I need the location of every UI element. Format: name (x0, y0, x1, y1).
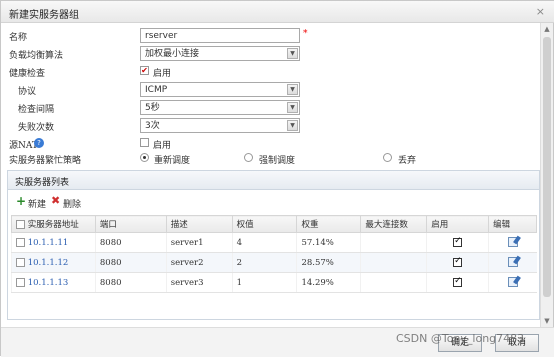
server-list-panel: 实服务器列表 + 新建 ✖ 删除 实服务器地址 端口 描述 权值 权重 最大连接… (7, 170, 540, 320)
lb-algorithm-label: 负载均衡算法 (9, 51, 64, 61)
chevron-down-icon: ▼ (287, 84, 298, 95)
cell-weight-value: 2 (231, 252, 297, 273)
interval-select[interactable]: 5秒 ▼ (140, 100, 300, 115)
server-table: 实服务器地址 端口 描述 权值 权重 最大连接数 启用 编辑 10.1.1.11… (11, 215, 537, 293)
col-port[interactable]: 端口 (94, 215, 167, 233)
cell-max-conn (360, 232, 427, 253)
col-max-conn[interactable]: 最大连接数 (360, 215, 428, 233)
required-mark: * (303, 29, 308, 39)
interval-value: 5秒 (145, 103, 160, 113)
cell-max-conn (360, 272, 427, 293)
scroll-down-icon[interactable]: ▼ (541, 315, 553, 327)
panel-header: 实服务器列表 (8, 171, 539, 190)
cell-port: 8080 (94, 232, 167, 253)
table-row[interactable]: 10.1.1.12 8080 server2 2 28.57% (11, 252, 537, 273)
cell-port: 8080 (94, 252, 167, 273)
row-checkbox[interactable] (16, 237, 25, 247)
busy-policy-label: 实服务器繁忙策略 (9, 156, 82, 166)
table-row[interactable]: 10.1.1.11 8080 server1 4 57.14% (11, 232, 537, 253)
row-checkbox[interactable] (16, 277, 25, 287)
table-row[interactable]: 10.1.1.13 8080 server3 1 14.29% (11, 272, 537, 293)
radio-drop-label: 丢弃 (398, 156, 417, 166)
add-button[interactable]: 新建 (28, 197, 46, 210)
col-weight-value[interactable]: 权值 (231, 215, 298, 233)
radio-force[interactable] (244, 153, 253, 162)
col-edit[interactable]: 编辑 (488, 215, 537, 233)
enabled-checkbox[interactable] (453, 276, 463, 287)
row-checkbox[interactable] (16, 257, 25, 267)
chevron-down-icon: ▼ (287, 48, 298, 59)
col-enabled[interactable]: 启用 (426, 215, 490, 233)
add-icon[interactable]: + (16, 195, 26, 207)
panel-title: 实服务器列表 (15, 178, 70, 188)
health-check-enable-label: 启用 (153, 69, 172, 79)
help-icon[interactable]: ? (34, 138, 44, 148)
cell-weight-pct: 14.29% (296, 272, 361, 293)
edit-icon[interactable] (507, 237, 518, 248)
server-address-link[interactable]: 10.1.1.13 (28, 278, 69, 288)
health-check-checkbox[interactable]: ✔ (140, 66, 149, 75)
col-address[interactable]: 实服务器地址 (11, 215, 96, 233)
edit-icon[interactable] (507, 257, 518, 268)
table-header-row: 实服务器地址 端口 描述 权值 权重 最大连接数 启用 编辑 (11, 215, 537, 233)
fail-count-value: 3次 (145, 121, 160, 131)
name-input[interactable]: rserver (140, 28, 300, 43)
radio-reschedule-label: 重新调度 (154, 156, 191, 166)
delete-icon[interactable]: ✖ (51, 195, 61, 206)
source-nat-checkbox[interactable] (140, 138, 149, 147)
cell-desc: server3 (165, 272, 233, 293)
interval-label: 检查间隔 (18, 105, 55, 115)
radio-drop[interactable] (383, 153, 392, 162)
chevron-down-icon: ▼ (287, 120, 298, 131)
lb-algorithm-value: 加权最小连接 (145, 49, 200, 59)
lb-algorithm-select[interactable]: 加权最小连接 ▼ (140, 46, 300, 61)
protocol-value: ICMP (145, 85, 168, 95)
chevron-down-icon: ▼ (287, 102, 298, 113)
fail-count-label: 失败次数 (18, 123, 55, 133)
cell-port: 8080 (94, 272, 167, 293)
radio-force-label: 强制调度 (259, 156, 296, 166)
select-all-checkbox[interactable] (16, 220, 25, 229)
dialog: 新建实服务器组 × ▲ ▼ 名称 rserver * 负载均衡算法 加权最小连接… (0, 0, 554, 357)
name-label: 名称 (9, 33, 28, 43)
cell-weight-value: 4 (231, 232, 297, 253)
vertical-scrollbar[interactable]: ▲ ▼ (540, 23, 553, 327)
radio-reschedule[interactable] (140, 153, 149, 162)
dialog-title: 新建实服务器组 (9, 10, 79, 21)
close-icon[interactable]: × (536, 5, 545, 18)
scroll-up-icon[interactable]: ▲ (541, 23, 553, 35)
fail-count-select[interactable]: 3次 ▼ (140, 118, 300, 133)
cell-weight-pct: 57.14% (296, 232, 361, 253)
edit-icon[interactable] (507, 277, 518, 288)
scrollbar-thumb[interactable] (543, 37, 551, 297)
cell-max-conn (360, 252, 427, 273)
cell-weight-pct: 28.57% (296, 252, 361, 273)
name-input-value: rserver (145, 31, 178, 41)
enabled-checkbox[interactable] (453, 256, 463, 267)
enabled-checkbox[interactable] (453, 236, 463, 247)
col-address-label: 实服务器地址 (27, 220, 79, 230)
delete-button[interactable]: 删除 (63, 197, 81, 210)
watermark: CSDN @Tony_long7483 (396, 332, 525, 345)
server-address-link[interactable]: 10.1.1.11 (28, 238, 69, 248)
health-check-label: 健康检查 (9, 69, 46, 79)
cell-desc: server2 (165, 252, 233, 273)
source-nat-enable-label: 启用 (153, 141, 172, 151)
protocol-label: 协议 (18, 87, 37, 97)
cell-weight-value: 1 (231, 272, 297, 293)
protocol-select[interactable]: ICMP ▼ (140, 82, 300, 97)
col-desc[interactable]: 描述 (165, 215, 233, 233)
col-weight-pct[interactable]: 权重 (296, 215, 362, 233)
title-bar: 新建实服务器组 × (1, 1, 554, 23)
cell-desc: server1 (165, 232, 233, 253)
server-address-link[interactable]: 10.1.1.12 (28, 258, 69, 268)
